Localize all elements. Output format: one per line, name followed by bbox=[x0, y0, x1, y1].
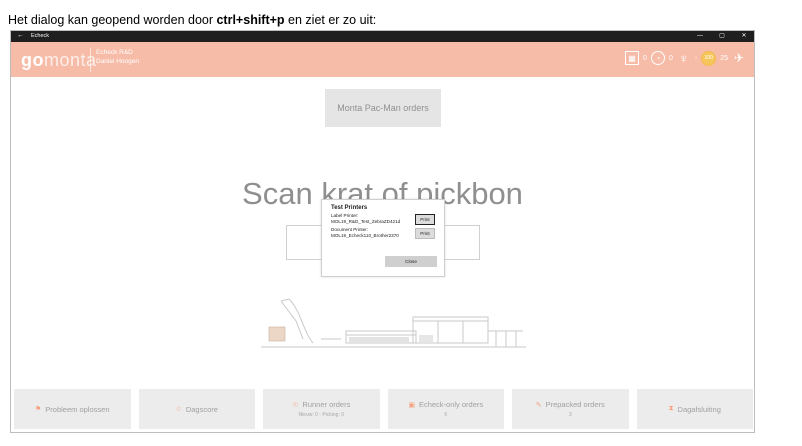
maximize-button[interactable]: ▢ bbox=[716, 32, 728, 41]
flag-icon: ⚑ bbox=[35, 406, 42, 413]
bottom-tiles: ⚑ Probleem oplossen ☆ Dagscore ☉ Runner ord… bbox=[14, 389, 753, 429]
star-icon: ☆ bbox=[175, 406, 182, 413]
clock-icon: ◔ bbox=[650, 51, 665, 65]
header-stats: ▦ 0 ◔ 0 ♆ - 100 25 ✈ bbox=[625, 48, 746, 68]
print-document-button[interactable]: Print bbox=[415, 227, 435, 239]
back-arrow-icon[interactable]: ← bbox=[17, 32, 24, 40]
caption-prefix: Het dialog kan geopend worden door bbox=[8, 13, 217, 27]
calendar-icon: ▦ bbox=[625, 51, 640, 65]
tile-prepacked-orders[interactable]: ✎ Prepacked orders 3 bbox=[512, 389, 629, 429]
hourglass-icon: ⧗ bbox=[668, 405, 674, 412]
close-dialog-button[interactable]: Close bbox=[385, 256, 437, 267]
tile-dagafsluiting[interactable]: ⧗ Dagafsluiting bbox=[636, 389, 753, 429]
caption-shortcut: ctrl+shift+p bbox=[216, 13, 285, 27]
tile-runner-orders[interactable]: ☉ Runner orders Nieuw: 0 - Picking: 0 bbox=[263, 389, 380, 429]
warehouse-illustration bbox=[261, 298, 526, 348]
minimize-button[interactable]: — bbox=[694, 32, 706, 41]
coin-icon: 100 bbox=[701, 50, 717, 66]
label-printer-name: MOL19_R&D_Test_ZebraZD421d bbox=[331, 219, 401, 224]
caption-suffix: en ziet er zo uit: bbox=[284, 13, 377, 27]
tile-label: Echeck-only orders bbox=[418, 400, 484, 409]
label-printer-row: Label Printer: MOL19_R&D_Test_ZebraZD421… bbox=[331, 213, 435, 225]
pacman-orders-button[interactable]: Monta Pac-Man orders bbox=[325, 89, 441, 127]
window-title: Echeck bbox=[31, 33, 50, 39]
print-label-button[interactable]: Print bbox=[415, 213, 435, 225]
title-bar: ← Echeck — ▢ ✕ bbox=[11, 31, 754, 46]
trophy-value: - bbox=[694, 54, 698, 62]
tile-label: Probleem oplossen bbox=[45, 404, 110, 414]
close-window-button[interactable]: ✕ bbox=[738, 32, 750, 41]
wand-icon: ✎ bbox=[535, 401, 542, 409]
tile-echeck-only-orders[interactable]: ▣ Echeck-only orders 6 bbox=[387, 389, 504, 429]
document-caption: Het dialog kan geopend worden door ctrl+… bbox=[8, 13, 376, 27]
tile-label: Prepacked orders bbox=[545, 400, 605, 409]
tile-probleem-oplossen[interactable]: ⚑ Probleem oplossen bbox=[14, 389, 131, 429]
clock-count: 0 bbox=[668, 54, 673, 62]
user-name: Daniel Hoogen bbox=[96, 58, 140, 65]
tile-sub: Nieuw: 0 - Picking: 0 bbox=[298, 412, 345, 418]
dialog-title: Test Printers bbox=[331, 205, 368, 211]
trophy-icon: ♆ bbox=[678, 50, 689, 66]
box-icon: ▣ bbox=[408, 401, 415, 409]
runner-icon[interactable]: ✈ bbox=[732, 51, 746, 65]
coin-count: 25 bbox=[720, 54, 728, 62]
tile-sub: 6 bbox=[444, 412, 448, 418]
app-header: gomonta Echeck R&D Daniel Hoogen ▦ 0 ◔ 0… bbox=[11, 42, 754, 77]
user-info: Echeck R&D Daniel Hoogen bbox=[96, 48, 139, 66]
tile-dagscore[interactable]: ☆ Dagscore bbox=[138, 389, 255, 429]
tile-label: Dagscore bbox=[185, 404, 218, 414]
company-name: Echeck R&D bbox=[96, 49, 133, 56]
document-printer-row: Document Printer: MOL19_Echeck110_Brothe… bbox=[331, 227, 435, 239]
app-window: ← Echeck — ▢ ✕ gomonta Echeck R&D Daniel… bbox=[10, 30, 755, 433]
runner-icon: ☉ bbox=[292, 401, 299, 409]
tile-label: Runner orders bbox=[302, 400, 351, 409]
document-printer-name: MOL19_Echeck110_Brother2370 bbox=[331, 233, 399, 238]
calendar-count: 0 bbox=[643, 54, 647, 62]
tile-sub: 3 bbox=[568, 412, 572, 418]
header-divider bbox=[90, 48, 91, 72]
gomonta-logo: gomonta bbox=[21, 50, 97, 70]
test-printers-dialog: Test Printers Label Printer: MOL19_R&D_T… bbox=[321, 199, 445, 277]
tile-label: Dagafsluiting bbox=[677, 404, 721, 414]
